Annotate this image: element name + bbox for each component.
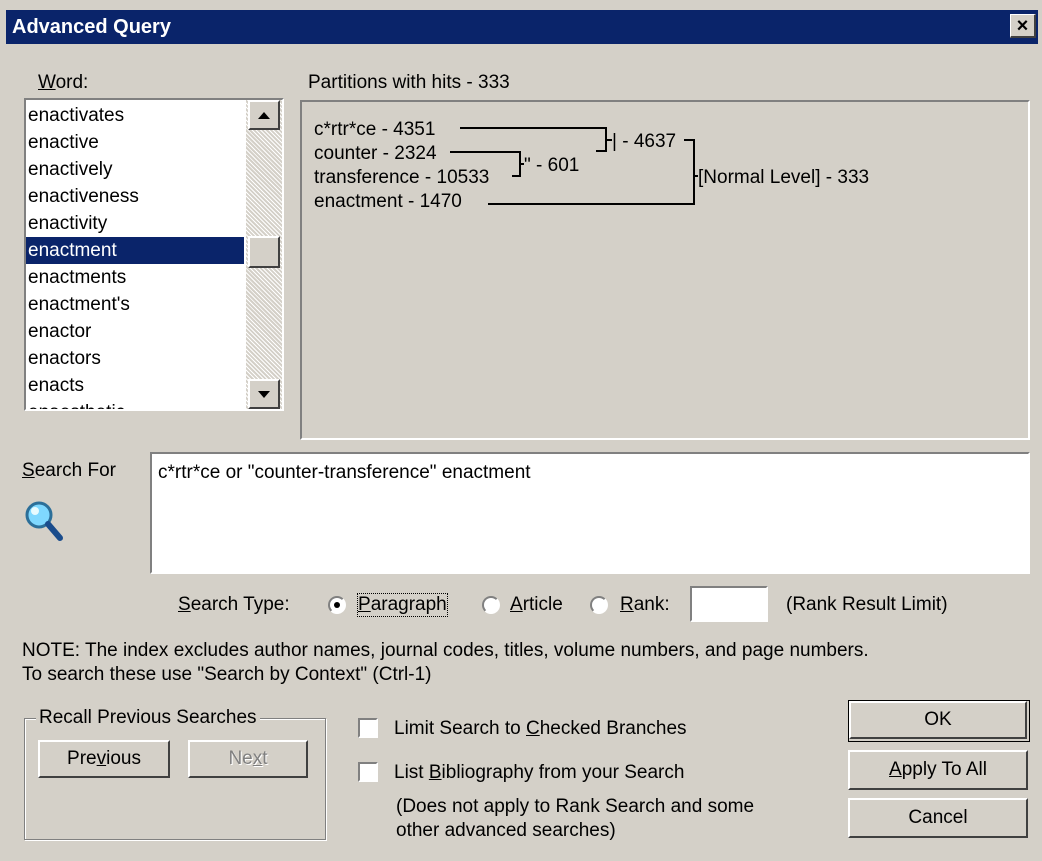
- search-query-text: c*rtr*ce or "counter-transference" enact…: [158, 462, 531, 483]
- recall-group: [24, 718, 326, 840]
- search-for-label: Search For: [22, 460, 116, 481]
- rank-label[interactable]: Rank:: [620, 594, 670, 616]
- word-list-item[interactable]: enaesthetic: [26, 399, 244, 409]
- scroll-up-button[interactable]: [248, 100, 280, 130]
- word-list-item[interactable]: enactive: [26, 129, 244, 156]
- article-label[interactable]: Article: [510, 594, 563, 616]
- word-label: Word:: [38, 72, 89, 93]
- paragraph-label[interactable]: Paragraph: [357, 593, 448, 617]
- next-button[interactable]: Next: [188, 740, 308, 778]
- word-list-scrollbar[interactable]: [246, 100, 282, 409]
- advanced-query-dialog: Advanced Query × Word: enactivates enacti…: [0, 0, 1042, 861]
- partitions-tree: c*rtr*ce - 4351 counter - 2324 transfere…: [314, 119, 869, 212]
- scroll-thumb[interactable]: [248, 236, 280, 268]
- tree-term-counter[interactable]: counter - 2324: [314, 143, 437, 164]
- word-list-items: enactivates enactive enactively enactivenes…: [26, 102, 244, 409]
- partitions-tree-panel: c*rtr*ce - 4351 counter - 2324 transfere…: [300, 100, 1030, 440]
- partitions-header: Partitions with hits - 333: [308, 72, 510, 93]
- magnifier-icon: [25, 501, 63, 541]
- apply-to-all-button[interactable]: Apply To All: [848, 750, 1028, 790]
- word-list-item[interactable]: enactivity: [26, 210, 244, 237]
- arrow-up-icon: [258, 112, 270, 119]
- bibliography-note-2: other advanced searches): [396, 820, 616, 841]
- close-button[interactable]: ×: [1010, 14, 1036, 38]
- close-icon: ×: [1016, 15, 1029, 37]
- window-title: Advanced Query: [12, 16, 171, 38]
- rank-limit-input[interactable]: [690, 586, 768, 622]
- search-query-input[interactable]: c*rtr*ce or "counter-transference" enact…: [150, 452, 1030, 574]
- word-list-item[interactable]: enactiveness: [26, 183, 244, 210]
- previous-button[interactable]: Previous: [38, 740, 170, 778]
- tree-or-node[interactable]: | - 4637: [612, 131, 676, 152]
- word-list-item[interactable]: enactment's: [26, 291, 244, 318]
- radio-rank[interactable]: [590, 596, 608, 614]
- word-list-item[interactable]: enactively: [26, 156, 244, 183]
- word-list-item[interactable]: enactivates: [26, 102, 244, 129]
- list-bibliography-label[interactable]: List Bibliography from your Search: [394, 762, 684, 784]
- word-list-item[interactable]: enacts: [26, 372, 244, 399]
- tree-root-node[interactable]: [Normal Level] - 333: [698, 167, 869, 188]
- radio-paragraph[interactable]: [328, 596, 346, 614]
- ok-button-face: OK: [849, 701, 1027, 739]
- ok-button[interactable]: OK: [848, 700, 1030, 742]
- word-listbox[interactable]: enactivates enactive enactively enactivenes…: [24, 98, 284, 411]
- scroll-down-button[interactable]: [248, 379, 280, 409]
- note-line-2: To search these use "Search by Context" …: [22, 664, 432, 685]
- tree-term-enactment[interactable]: enactment - 1470: [314, 191, 462, 212]
- limit-branches-checkbox[interactable]: [358, 718, 378, 738]
- radio-article[interactable]: [482, 596, 500, 614]
- bibliography-note-1: (Does not apply to Rank Search and some: [396, 796, 755, 817]
- tree-term-transference[interactable]: transference - 10533: [314, 167, 489, 188]
- cancel-button[interactable]: Cancel: [848, 798, 1028, 838]
- tree-term-crtrce[interactable]: c*rtr*ce - 4351: [314, 119, 435, 140]
- word-list-item[interactable]: enactments: [26, 264, 244, 291]
- rank-hint: (Rank Result Limit): [786, 594, 948, 615]
- tree-phrase-node[interactable]: " - 601: [524, 155, 579, 176]
- search-type-label: Search Type:: [178, 594, 290, 615]
- arrow-down-icon: [258, 391, 270, 398]
- word-list-item[interactable]: enactors: [26, 345, 244, 372]
- note-line-1: NOTE: The index excludes author names, j…: [22, 640, 869, 661]
- limit-branches-label[interactable]: Limit Search to Checked Branches: [394, 718, 687, 740]
- word-list-item[interactable]: enactor: [26, 318, 244, 345]
- radio-selected-dot: [334, 602, 340, 608]
- word-list-item[interactable]: enactment: [26, 237, 244, 264]
- list-bibliography-checkbox[interactable]: [358, 762, 378, 782]
- title-bar[interactable]: Advanced Query ×: [6, 10, 1038, 44]
- recall-group-label: Recall Previous Searches: [36, 707, 260, 729]
